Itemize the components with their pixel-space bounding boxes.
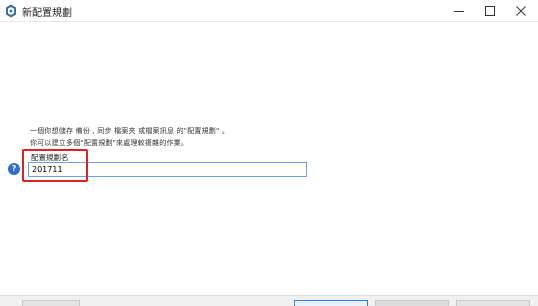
profile-name-input[interactable] [28, 162, 307, 177]
back-button[interactable] [294, 300, 368, 306]
description-line-1: 一個你想儲存 備份 , 同步 檔案夾 或檔案訊息 的"配置規劃" 。 [30, 127, 230, 135]
title-bar: 新配置規劃 [0, 0, 538, 22]
help-button[interactable] [22, 300, 80, 306]
description-line-2: 你可以建立多個"配置規劃"來處理較複雜的作業。 [30, 139, 189, 147]
minimize-icon [454, 11, 464, 12]
question-icon[interactable]: ? [8, 163, 20, 175]
close-icon [516, 6, 526, 16]
button-bar [0, 295, 538, 306]
window-title: 新配置規劃 [22, 8, 72, 19]
maximize-icon [485, 6, 495, 16]
cancel-button[interactable] [456, 300, 530, 306]
close-button[interactable] [507, 0, 535, 22]
wizard-content: 一個你想儲存 備份 , 同步 檔案夾 或檔案訊息 的"配置規劃" 。 你可以建立… [0, 23, 538, 306]
minimize-button[interactable] [445, 0, 473, 22]
next-button[interactable] [375, 300, 449, 306]
app-icon [6, 4, 16, 18]
maximize-button[interactable] [476, 0, 504, 22]
